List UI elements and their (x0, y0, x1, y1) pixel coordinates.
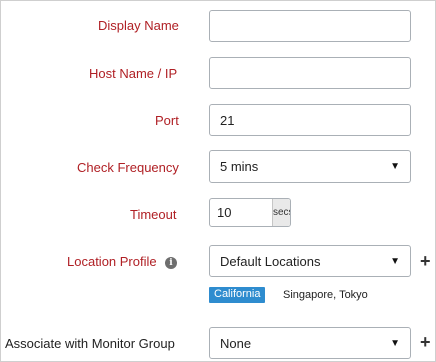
primary-location-badge: California (209, 287, 266, 303)
info-icon[interactable]: i (165, 257, 177, 269)
secondary-locations-text: Singapore, Tokyo (283, 289, 368, 301)
add-monitor-group-plus-icon[interactable]: + (420, 333, 431, 351)
display-name-label: Display Name (98, 18, 179, 33)
port-label: Port (155, 113, 179, 128)
monitor-form: Display Name Host Name / IP Port Check F… (0, 0, 436, 362)
host-name-input[interactable] (209, 57, 411, 89)
caret-down-icon: ▼ (390, 337, 400, 349)
display-name-input[interactable] (209, 10, 411, 42)
port-input[interactable] (209, 104, 411, 136)
check-frequency-label: Check Frequency (77, 160, 179, 175)
timeout-label: Timeout (130, 207, 177, 222)
check-frequency-select[interactable]: 5 mins ▼ (209, 150, 411, 183)
monitor-group-select[interactable]: None ▼ (209, 327, 411, 359)
location-profile-label: Location Profile (67, 254, 157, 269)
monitor-group-value: None (220, 335, 252, 351)
timeout-input[interactable] (210, 199, 272, 226)
caret-down-icon: ▼ (390, 161, 400, 172)
monitor-group-label: Associate with Monitor Group (5, 336, 175, 351)
host-name-label: Host Name / IP (89, 66, 178, 81)
caret-down-icon: ▼ (390, 255, 400, 267)
add-location-profile-plus-icon[interactable]: + (420, 252, 431, 270)
location-profile-select[interactable]: Default Locations ▼ (209, 245, 411, 277)
location-profile-value: Default Locations (220, 253, 321, 269)
timeout-field: secs (209, 198, 291, 227)
check-frequency-value: 5 mins (220, 159, 259, 174)
timeout-unit-label: secs (272, 199, 290, 226)
